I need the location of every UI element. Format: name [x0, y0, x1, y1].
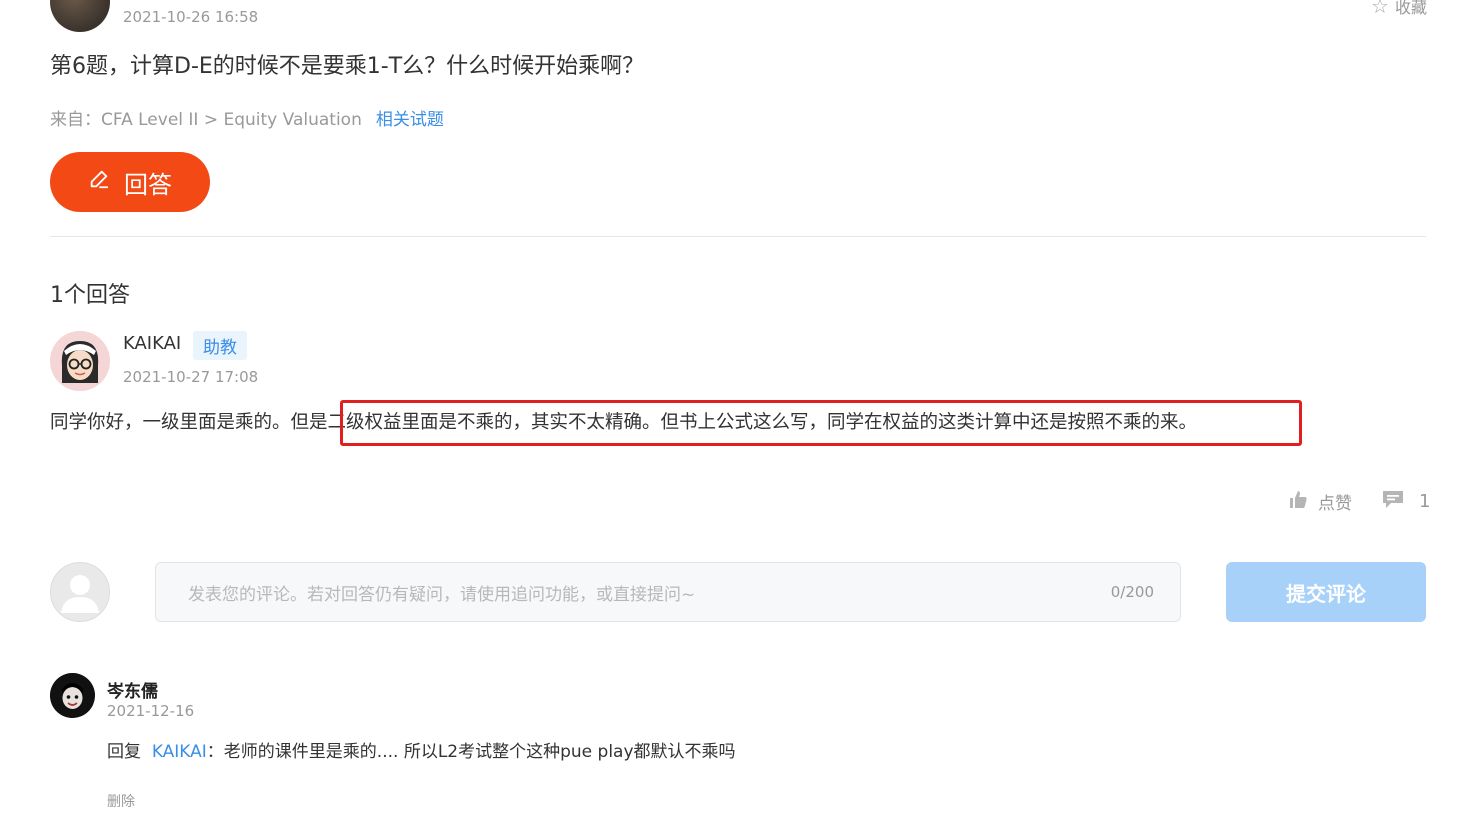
question-source: 来自：CFA Level II > Equity Valuation 相关试题	[50, 105, 444, 130]
assistant-badge: 助教	[193, 331, 247, 360]
comment-count-button[interactable]: 1	[1381, 489, 1430, 514]
comment-text: 回复 KAIKAI：老师的课件里是乘的.... 所以L2考试整个这种pue pl…	[107, 737, 736, 762]
kaikai-avatar[interactable]	[50, 331, 110, 391]
source-path: 来自：CFA Level II > Equity Valuation	[50, 110, 362, 130]
comment-placeholder: 发表您的评论。若对回答仍有疑问，请使用追问功能，或直接提问~	[188, 584, 696, 605]
char-counter: 0/200	[1110, 583, 1154, 601]
favorite-button[interactable]: ☆ 收藏	[1371, 0, 1427, 18]
comment-icon	[1381, 489, 1405, 514]
comment-count: 1	[1419, 491, 1431, 512]
divider	[50, 236, 1426, 237]
star-icon: ☆	[1371, 0, 1389, 18]
answer-count: 1个回答	[50, 283, 130, 308]
question-date: 2021-10-26 16:58	[123, 8, 259, 26]
question-title: 第6题，计算D-E的时候不是要乘1-T么？什么时候开始乘啊？	[50, 54, 645, 79]
like-label: 点赞	[1318, 494, 1352, 514]
reply-prefix: 回复	[107, 742, 141, 762]
thumbs-up-icon	[1288, 489, 1308, 514]
current-user-avatar	[50, 562, 110, 622]
comment-body: ：老师的课件里是乘的.... 所以L2考试整个这种pue play都默认不乘吗	[206, 742, 736, 762]
answer-date: 2021-10-27 17:08	[123, 368, 259, 386]
comment-date: 2021-12-16	[107, 702, 195, 720]
highlight-box	[340, 400, 1302, 446]
answerer-name[interactable]: KAIKAI	[123, 333, 181, 354]
asker-avatar[interactable]	[50, 0, 110, 32]
commenter-name[interactable]: 岑东儒	[107, 677, 158, 702]
favorite-label: 收藏	[1394, 0, 1427, 17]
delete-comment-link[interactable]: 删除	[107, 791, 135, 811]
comment-input[interactable]: 发表您的评论。若对回答仍有疑问，请使用追问功能，或直接提问~ 0/200	[155, 562, 1181, 622]
mention-link[interactable]: KAIKAI	[152, 742, 207, 762]
answer-button[interactable]: 回答	[50, 152, 210, 212]
pencil-icon	[88, 168, 110, 196]
related-questions-link[interactable]: 相关试题	[376, 110, 444, 130]
submit-comment-button[interactable]: 提交评论	[1226, 562, 1426, 622]
like-button[interactable]: 点赞	[1288, 489, 1352, 514]
commenter-avatar[interactable]	[50, 673, 95, 718]
answer-button-label: 回答	[124, 170, 172, 199]
